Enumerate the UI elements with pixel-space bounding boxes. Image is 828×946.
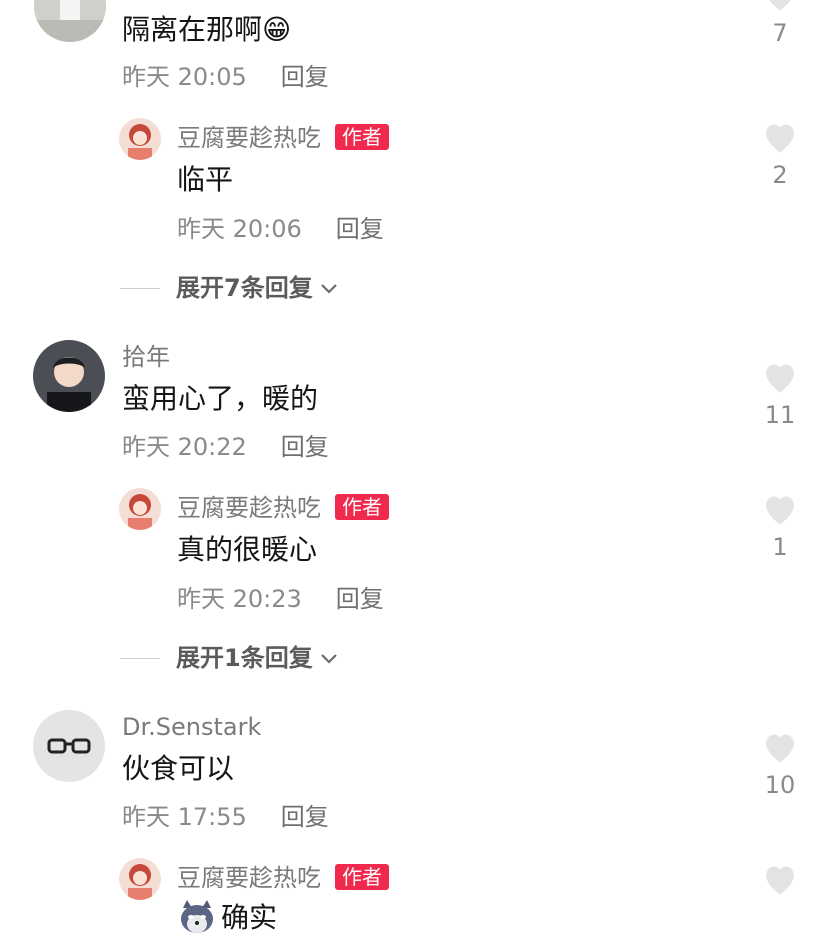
author-badge: 作者	[335, 864, 389, 890]
reply-time: 昨天 20:06	[177, 215, 302, 243]
heart-icon	[766, 866, 794, 895]
like-button[interactable]	[757, 862, 803, 896]
divider	[120, 657, 160, 659]
username[interactable]: Dr.Senstark	[122, 712, 261, 742]
avatar[interactable]	[34, 0, 106, 42]
heart-icon	[766, 364, 794, 393]
reply-button[interactable]: 回复	[281, 803, 329, 831]
comment-text: 隔离在那啊😁	[122, 13, 292, 46]
comment-meta: 昨天 17:55 回复	[122, 802, 329, 832]
author-name[interactable]: 豆腐要趁热吃 作者	[177, 863, 389, 893]
like-count: 2	[772, 161, 788, 189]
reply-text: 确实	[221, 901, 278, 934]
like-button[interactable]: 10	[757, 730, 803, 800]
comment-text: 伙食可以	[122, 752, 235, 785]
reply-button[interactable]: 回复	[336, 585, 384, 613]
comment-text: 蛮用心了，暖的	[122, 382, 319, 415]
avatar[interactable]	[33, 710, 105, 782]
reply-text: 临平	[177, 163, 234, 196]
reply-time: 昨天 20:23	[177, 585, 302, 613]
heart-icon	[766, 496, 794, 525]
reply-meta: 昨天 20:06 回复	[177, 214, 384, 244]
reply-text: 真的很暖心	[177, 533, 318, 566]
doge-icon	[181, 900, 213, 933]
author-username[interactable]: 豆腐要趁热吃	[177, 494, 321, 522]
author-badge: 作者	[335, 494, 389, 520]
comment-meta: 昨天 20:22 回复	[122, 432, 329, 462]
avatar[interactable]	[33, 340, 105, 412]
avatar[interactable]	[119, 488, 161, 530]
heart-icon	[766, 124, 794, 153]
author-name[interactable]: 豆腐要趁热吃 作者	[177, 123, 389, 153]
like-button[interactable]: 2	[757, 120, 803, 190]
chevron-down-icon	[320, 654, 337, 664]
comment-time: 昨天 20:05	[122, 63, 247, 91]
like-count: 10	[764, 771, 796, 799]
chevron-down-icon	[320, 284, 337, 294]
expand-label: 展开7条回复	[176, 274, 313, 302]
comment-meta: 昨天 20:05 回复	[122, 62, 329, 92]
author-name[interactable]: 豆腐要趁热吃 作者	[177, 493, 389, 523]
reply-button[interactable]: 回复	[281, 63, 329, 91]
heart-icon	[769, 0, 791, 11]
like-count: 1	[772, 533, 788, 561]
like-count: 11	[764, 401, 796, 429]
expand-replies-button[interactable]: 展开7条回复	[120, 273, 341, 303]
reply-button[interactable]: 回复	[281, 433, 329, 461]
username[interactable]: 拾年	[122, 342, 170, 372]
reply-text-row: 确实	[177, 900, 277, 936]
avatar[interactable]	[119, 858, 161, 900]
comment-time: 昨天 20:22	[122, 433, 247, 461]
like-button[interactable]: 7	[757, 0, 803, 48]
like-button[interactable]: 11	[757, 360, 803, 430]
like-button[interactable]: 1	[757, 492, 803, 562]
expand-replies-button[interactable]: 展开1条回复	[120, 643, 341, 673]
avatar[interactable]	[119, 118, 161, 160]
comment-time: 昨天 17:55	[122, 803, 247, 831]
heart-icon	[766, 734, 794, 763]
author-username[interactable]: 豆腐要趁热吃	[177, 864, 321, 892]
author-username[interactable]: 豆腐要趁热吃	[177, 124, 321, 152]
expand-label: 展开1条回复	[176, 644, 313, 672]
reply-button[interactable]: 回复	[336, 215, 384, 243]
like-count: 7	[772, 19, 788, 47]
author-badge: 作者	[335, 124, 389, 150]
reply-meta: 昨天 20:23 回复	[177, 584, 384, 614]
divider	[120, 287, 160, 289]
